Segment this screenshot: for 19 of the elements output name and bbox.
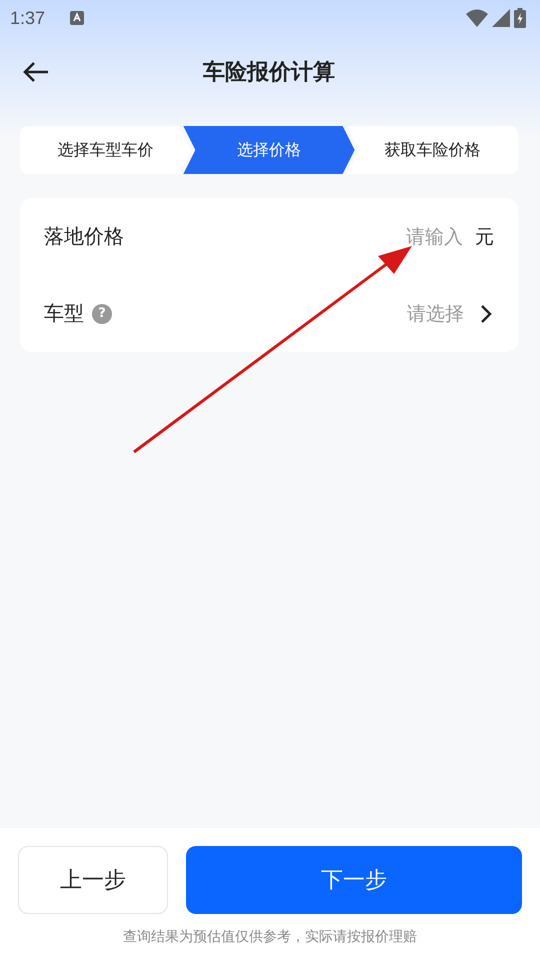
step-tab[interactable]: 获取车险价格 [346, 126, 518, 174]
select-field[interactable]: 请选择 [407, 300, 464, 326]
help-icon[interactable]: ? [92, 304, 112, 324]
unit-label: 元 [475, 224, 494, 250]
field-label: 车型 [44, 300, 84, 327]
field-label: 落地价格 [44, 223, 124, 250]
footnote: 查询结果为预估值仅供参考，实际请按报价理赔 [123, 928, 417, 946]
back-icon[interactable] [22, 60, 50, 84]
step-tab[interactable]: 选择价格 [183, 126, 355, 174]
step-tab[interactable]: 选择车型车价 [20, 126, 192, 174]
battery-icon [514, 8, 526, 28]
page-title: 车险报价计算 [203, 59, 335, 87]
keyboard-icon [69, 10, 86, 26]
signal-icon [492, 9, 510, 27]
next-button[interactable]: 下一步 [186, 846, 522, 914]
chevron-icon[interactable] [480, 304, 492, 324]
wifi-icon [466, 9, 488, 27]
back-button[interactable]: 上一步 [18, 846, 168, 914]
status-time: 1:37 [10, 8, 46, 28]
